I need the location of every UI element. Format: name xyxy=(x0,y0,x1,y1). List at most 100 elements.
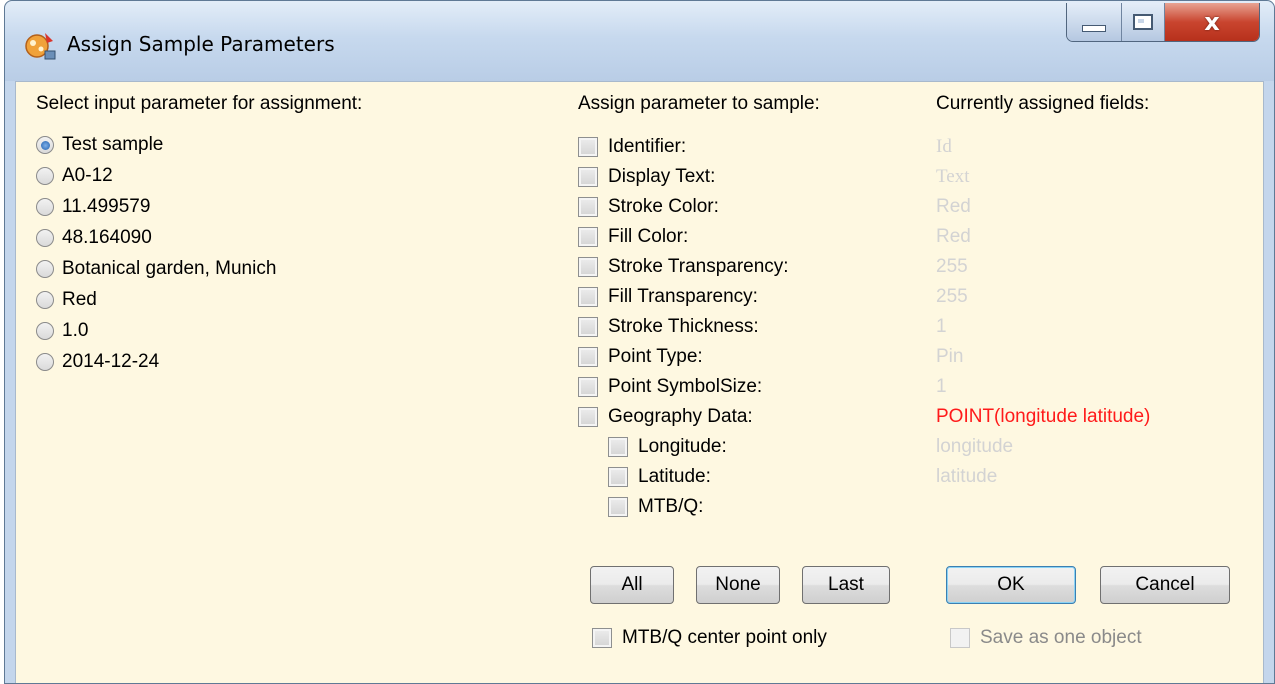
assigned-value-stroke-transparency: 255 xyxy=(936,256,968,277)
mtb-center-point-checkbox[interactable]: MTB/Q center point only xyxy=(592,623,827,653)
field-checkbox-point-type[interactable]: Point Type: xyxy=(578,342,703,372)
checkbox-label: Save as one object xyxy=(980,627,1142,648)
field-checkbox-stroke-color[interactable]: Stroke Color: xyxy=(578,192,719,222)
radio-option[interactable]: A0-12 xyxy=(36,161,113,191)
last-button[interactable]: Last xyxy=(802,566,890,604)
radio-button[interactable] xyxy=(36,353,54,371)
radio-button[interactable] xyxy=(36,229,54,247)
checkbox[interactable] xyxy=(578,377,598,397)
checkbox[interactable] xyxy=(608,437,628,457)
assigned-fields-header: Currently assigned fields: xyxy=(936,93,1150,114)
minimize-icon xyxy=(1082,24,1106,32)
radio-button[interactable] xyxy=(36,322,54,340)
checkbox[interactable] xyxy=(578,227,598,247)
assigned-value-longitude: longitude xyxy=(936,436,1014,457)
field-checkbox-latitude[interactable]: Latitude: xyxy=(608,462,711,492)
radio-option[interactable]: Test sample xyxy=(36,130,163,160)
radio-option[interactable]: 11.499579 xyxy=(36,192,150,222)
radio-button[interactable] xyxy=(36,291,54,309)
radio-button[interactable] xyxy=(36,167,54,185)
checkbox-label: Fill Transparency: xyxy=(608,286,758,307)
checkbox-label: Point Type: xyxy=(608,346,703,367)
field-checkbox-stroke-transparency[interactable]: Stroke Transparency: xyxy=(578,252,789,282)
field-checkbox-mtbq[interactable]: MTB/Q: xyxy=(608,492,703,522)
none-button[interactable]: None xyxy=(696,566,780,604)
radio-option[interactable]: Botanical garden, Munich xyxy=(36,254,276,284)
checkbox[interactable] xyxy=(578,407,598,427)
ok-button[interactable]: OK xyxy=(946,566,1076,604)
checkbox-label: MTB/Q center point only xyxy=(622,627,827,648)
radio-label: Test sample xyxy=(62,134,164,155)
assign-parameter-header: Assign parameter to sample: xyxy=(578,93,820,114)
checkbox-label: Longitude: xyxy=(638,436,727,457)
radio-button[interactable] xyxy=(36,260,54,278)
window-title: Assign Sample Parameters xyxy=(67,32,335,56)
input-parameter-header: Select input parameter for assignment: xyxy=(36,93,363,114)
assigned-value-point-type: Pin xyxy=(936,346,964,367)
checkbox-label: Stroke Color: xyxy=(608,196,719,217)
radio-option[interactable]: 2014-12-24 xyxy=(36,347,159,377)
assigned-value-stroke-thickness: 1 xyxy=(936,316,947,337)
window-controls: x xyxy=(1066,3,1260,42)
assigned-value-point-symbolsize: 1 xyxy=(936,376,947,397)
radio-label: Botanical garden, Munich xyxy=(62,258,277,279)
checkbox-label: Point SymbolSize: xyxy=(608,376,763,397)
checkbox[interactable] xyxy=(578,317,598,337)
radio-label: 2014-12-24 xyxy=(62,351,160,372)
close-icon: x xyxy=(1204,8,1220,36)
radio-option[interactable]: Red xyxy=(36,285,97,315)
checkbox-label: Display Text: xyxy=(608,166,716,187)
field-checkbox-geography-data[interactable]: Geography Data: xyxy=(578,402,753,432)
radio-label: 11.499579 xyxy=(62,196,151,217)
app-icon xyxy=(25,33,56,60)
checkbox[interactable] xyxy=(578,197,598,217)
radio-label: 1.0 xyxy=(62,320,89,341)
assigned-value-display-text: Text xyxy=(936,166,970,187)
checkbox[interactable] xyxy=(578,137,598,157)
checkbox xyxy=(950,628,970,648)
assigned-value-geography-data: POINT(longitude latitude) xyxy=(936,406,1151,427)
assigned-value-identifier: Id xyxy=(936,136,952,157)
checkbox-label: Geography Data: xyxy=(608,406,753,427)
radio-button[interactable] xyxy=(36,198,54,216)
field-checkbox-identifier[interactable]: Identifier: xyxy=(578,132,686,162)
radio-option[interactable]: 48.164090 xyxy=(36,223,152,253)
checkbox-label: Latitude: xyxy=(638,466,711,487)
radio-label: A0-12 xyxy=(62,165,113,186)
checkbox[interactable] xyxy=(578,287,598,307)
save-as-one-object-checkbox: Save as one object xyxy=(950,623,1142,653)
assigned-value-latitude: latitude xyxy=(936,466,998,487)
minimize-button[interactable] xyxy=(1067,3,1122,41)
checkbox[interactable] xyxy=(578,347,598,367)
field-checkbox-fill-color[interactable]: Fill Color: xyxy=(578,222,688,252)
field-checkbox-stroke-thickness[interactable]: Stroke Thickness: xyxy=(578,312,759,342)
checkbox-label: Stroke Transparency: xyxy=(608,256,789,277)
dialog-window: Assign Sample Parameters x Select input … xyxy=(4,0,1275,684)
checkbox-label: Fill Color: xyxy=(608,226,689,247)
cancel-button[interactable]: Cancel xyxy=(1100,566,1230,604)
maximize-icon xyxy=(1133,14,1153,30)
field-checkbox-point-symbolsize[interactable]: Point SymbolSize: xyxy=(578,372,762,402)
radio-option[interactable]: 1.0 xyxy=(36,316,88,346)
checkbox[interactable] xyxy=(592,628,612,648)
maximize-button[interactable] xyxy=(1122,3,1165,41)
assigned-value-fill-transparency: 255 xyxy=(936,286,968,307)
title-bar[interactable]: Assign Sample Parameters x xyxy=(5,1,1274,81)
field-checkbox-longitude[interactable]: Longitude: xyxy=(608,432,727,462)
field-checkbox-display-text[interactable]: Display Text: xyxy=(578,162,715,192)
radio-label: Red xyxy=(62,289,97,310)
radio-label: 48.164090 xyxy=(62,227,152,248)
assigned-value-stroke-color: Red xyxy=(936,196,971,217)
checkbox[interactable] xyxy=(608,497,628,517)
checkbox[interactable] xyxy=(608,467,628,487)
field-checkbox-fill-transparency[interactable]: Fill Transparency: xyxy=(578,282,758,312)
checkbox-label: Stroke Thickness: xyxy=(608,316,759,337)
checkbox[interactable] xyxy=(578,167,598,187)
close-button[interactable]: x xyxy=(1165,3,1259,41)
assigned-value-fill-color: Red xyxy=(936,226,971,247)
checkbox-label: MTB/Q: xyxy=(638,496,704,517)
checkbox[interactable] xyxy=(578,257,598,277)
dialog-client-area: Select input parameter for assignment: A… xyxy=(15,81,1264,683)
radio-button[interactable] xyxy=(36,136,54,154)
all-button[interactable]: All xyxy=(590,566,674,604)
